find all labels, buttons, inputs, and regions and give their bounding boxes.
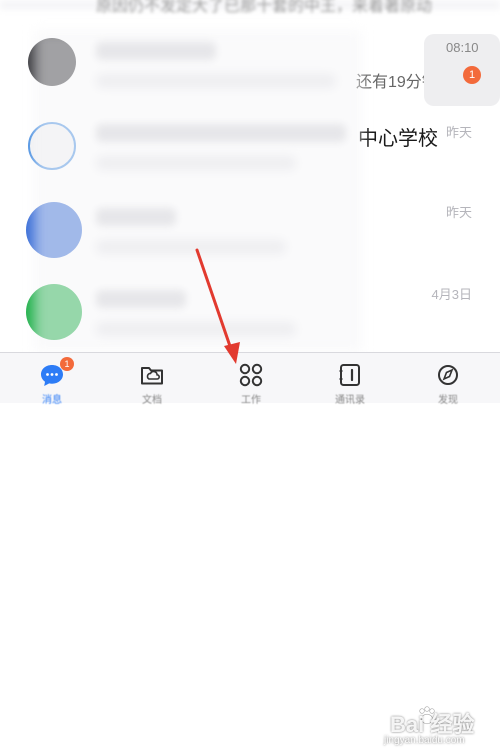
tab-work[interactable]: 工作: [221, 353, 281, 406]
baidu-jingyan-watermark: Bai 经验 jingyan.baidu.com: [380, 705, 500, 755]
tab-label: 文档: [142, 395, 162, 406]
tab-label: 发现: [438, 395, 458, 406]
cloud-folder-icon: [141, 367, 163, 385]
chat-time: 08:10: [446, 40, 479, 55]
chat-time: 4月3日: [431, 287, 472, 302]
privacy-blur-overlay: [34, 30, 362, 352]
chat-list: 原因仍不发定大了已那十套的中王，来着著原动 还有19分钟 中心学校 昨天 昨天 …: [0, 0, 500, 352]
watermark-url: jingyan.baidu.com: [384, 735, 465, 746]
top-partial-text: 原因仍不发定大了已那十套的中王，来着著原动: [96, 0, 433, 15]
tab-label: 通讯录: [335, 395, 365, 406]
tab-messages[interactable]: 1 消息: [22, 353, 82, 406]
chat-time: 昨天: [445, 125, 472, 140]
chat-title-tail: 中心学校: [358, 128, 438, 150]
tab-label: 工作: [241, 395, 261, 406]
tab-contacts[interactable]: 通讯录: [320, 353, 380, 406]
contacts-book-icon: [339, 364, 360, 386]
discover-icon: [438, 365, 458, 385]
tab-badge: 1: [60, 357, 74, 371]
bottom-tab-bar: 1 消息 文档 工作 通讯录 发现 Bai 经验 jingyan.baidu.c…: [0, 352, 500, 746]
chat-time: 昨天: [445, 205, 472, 220]
workbench-grid-icon: [239, 363, 263, 387]
tab-label: 消息: [42, 395, 62, 406]
tab-documents[interactable]: 文档: [122, 353, 182, 406]
tab-discover[interactable]: 发现: [418, 353, 478, 406]
unread-badge: 1: [463, 66, 481, 84]
